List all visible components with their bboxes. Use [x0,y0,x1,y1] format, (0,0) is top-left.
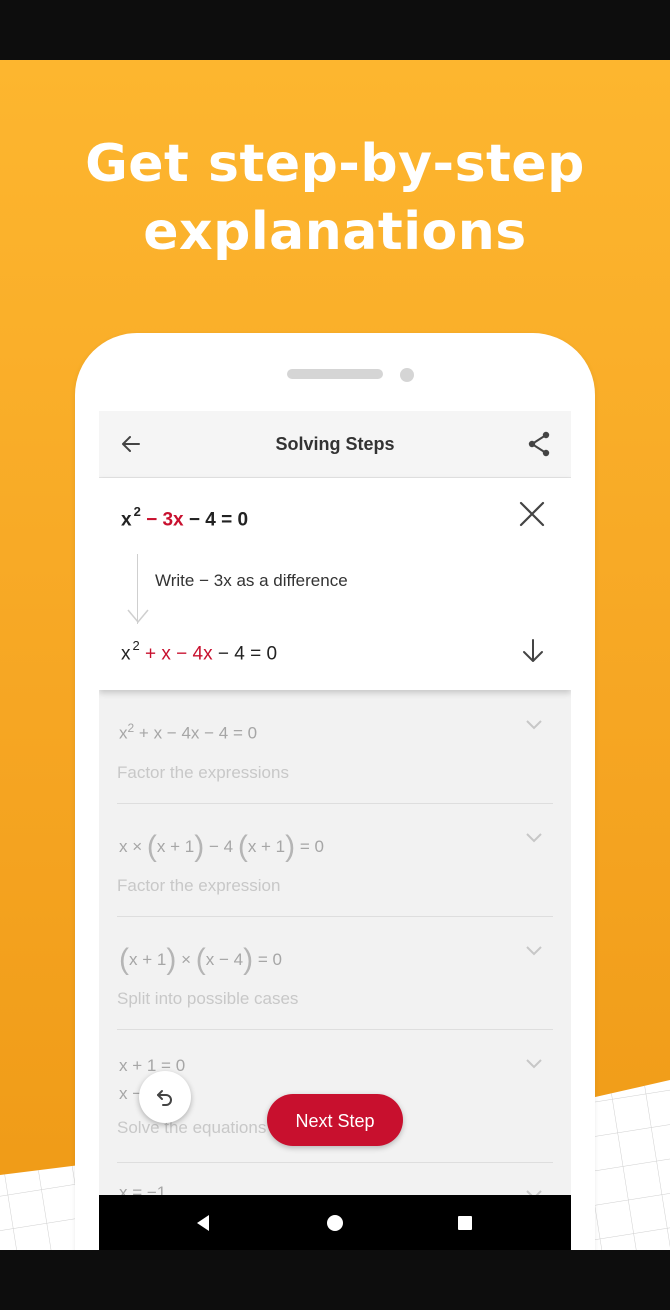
promo-background: Get step-by-step explanations Solving St… [0,60,670,1250]
step-result-equation: x2 + x − 4x − 4 = 0 [121,638,278,665]
math-term: x + 1 [129,950,167,969]
arrow-down-thin-icon [127,609,149,624]
math-term: = 0 [257,950,282,969]
step-explanation: Write − 3x as a difference [155,571,348,591]
next-step-button[interactable]: Next Step [267,1094,403,1146]
step-description: Factor the expression [117,876,281,895]
paren-open: ( [146,830,157,863]
var-x: x [121,643,131,665]
nav-back-icon[interactable] [191,1211,215,1235]
current-step-card: x2 − 3x − 4 = 0 Write − 3x as a differen… [99,478,571,690]
chevron-down-icon[interactable] [525,832,543,844]
phone-frame: Solving Steps x2 − 3x − 4 = 0 Write − 3x… [75,333,595,1250]
paren-open: ( [195,943,206,976]
remaining-terms: − 4 = 0 [217,643,278,665]
undo-button[interactable] [139,1071,191,1123]
arrow-down-icon[interactable] [521,638,545,664]
paren-close: ) [194,830,205,863]
page-title: Solving Steps [275,434,395,454]
math-term: x + 1 [156,837,195,856]
math-term: = 0 [299,837,324,856]
step-description: Split into possible cases [117,989,299,1008]
app-screen: Solving Steps x2 − 3x − 4 = 0 Write − 3x… [99,411,571,1250]
math-term: x + 1 [247,837,286,856]
equals-zero: = 0 [221,509,249,531]
headline: Get step-by-step explanations [0,130,670,266]
phone-camera [400,368,414,382]
step-math-tail: + x − 4x − 4 = 0 [138,723,258,743]
phone-speaker [287,369,383,379]
steps-list: x2 + x − 4x − 4 = 0 Factor the expressio… [117,691,553,1250]
chevron-down-icon[interactable] [525,945,543,957]
chevron-down-icon[interactable] [525,1058,543,1070]
exponent: 2 [132,638,140,653]
exponent: 2 [127,721,135,735]
var-x: x [119,723,128,743]
chevron-down-icon[interactable] [525,719,543,731]
list-item[interactable]: x2 + x − 4x − 4 = 0 Factor the expressio… [117,691,553,804]
math-term: × [181,950,192,969]
var-x: x [121,509,132,531]
step-source-equation: x2 − 3x − 4 = 0 [121,504,249,531]
nav-recents-icon[interactable] [453,1211,477,1235]
step-description: Factor the expressions [117,763,289,782]
step-math: x2 + x − 4x − 4 = 0 [119,721,257,744]
math-term: − 4 [208,837,234,856]
close-icon[interactable] [519,501,545,527]
headline-line-1: Get step-by-step [85,134,585,194]
constant-term: − 4 [188,509,216,531]
android-nav-bar [99,1195,571,1250]
paren-close: ) [243,943,254,976]
exponent: 2 [133,504,141,519]
paren-open: ( [237,830,248,863]
list-item[interactable]: (x + 1) × (x − 4) = 0 Split into possibl… [117,917,553,1030]
paren-close: ) [166,943,177,976]
step-description: Solve the equations [117,1118,267,1137]
paren-close: ) [285,830,296,863]
share-icon[interactable] [527,431,551,457]
list-item[interactable]: x × (x + 1) − 4 (x + 1) = 0 Factor the e… [117,804,553,917]
step-math: x × (x + 1) − 4 (x + 1) = 0 [119,826,324,863]
paren-open: ( [119,943,129,976]
highlighted-term: − 3x [146,509,184,531]
step-math: (x + 1) × (x − 4) = 0 [119,939,282,976]
nav-home-icon[interactable] [323,1211,347,1235]
highlighted-term: + x − 4x [145,643,213,665]
undo-icon [157,1090,172,1106]
explanation-suffix: as a difference [236,571,348,590]
explanation-term: − 3x [199,571,232,590]
math-term: x − 4 [205,950,244,969]
headline-line-2: explanations [143,202,527,262]
explanation-prefix: Write [155,571,195,590]
math-term: x × [119,837,143,856]
app-bar: Solving Steps [99,411,571,478]
